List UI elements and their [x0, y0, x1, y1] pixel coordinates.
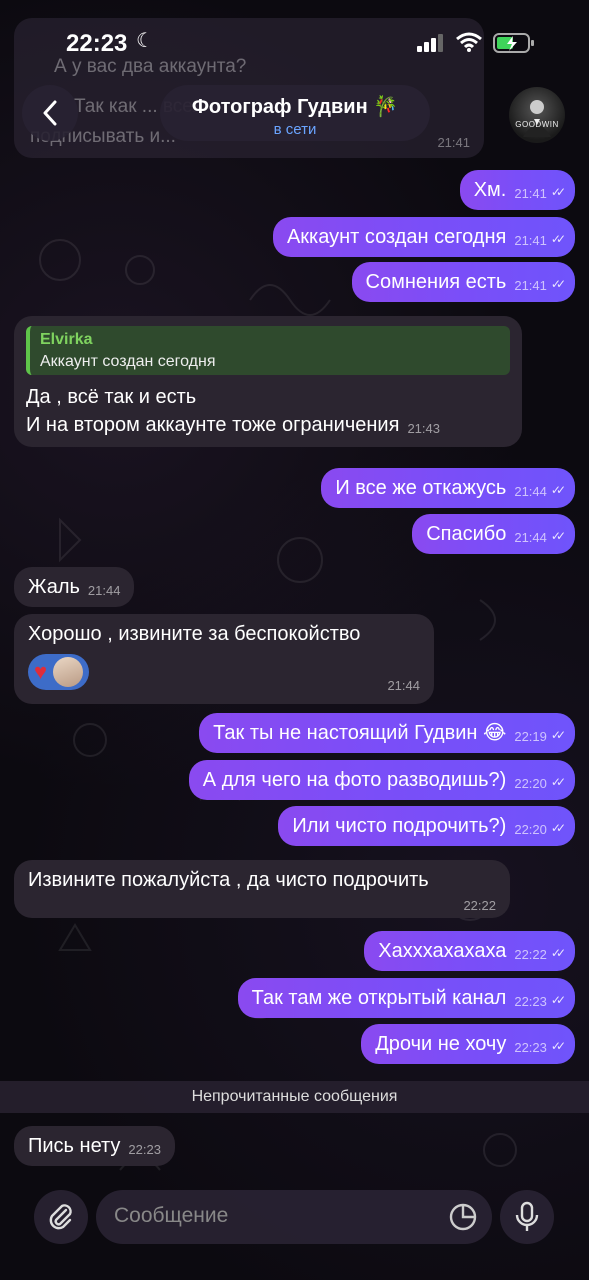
back-button[interactable] — [22, 85, 78, 141]
outgoing-message[interactable]: Хм. 21:41 ✓✓ — [459, 170, 575, 210]
double-check-icon: ✓✓ — [550, 232, 566, 246]
incoming-message[interactable]: Elvirka Аккаунт создан сегодня Да , всё … — [14, 316, 522, 448]
attach-button[interactable] — [34, 1190, 88, 1244]
chat-title: Фотограф Гудвин 🎋 — [160, 94, 430, 119]
message-input[interactable]: Сообщение — [96, 1190, 492, 1244]
quote-text: Аккаунт создан сегодня — [40, 353, 216, 371]
person-silhouette-icon — [523, 100, 551, 137]
message-text: И все же откажусь — [335, 477, 507, 499]
message-text: И на втором аккаунте тоже ограничения — [26, 414, 400, 437]
message-text: Спасибо — [426, 523, 507, 545]
double-check-icon: ✓✓ — [550, 483, 566, 497]
message-text: Хорошо , извините за беспокойство — [28, 623, 361, 645]
chat-title-text: Фотограф Гудвин — [191, 96, 368, 118]
outgoing-message[interactable]: А для чего на фото разводишь?) 22:20 ✓✓ — [188, 760, 575, 800]
incoming-message[interactable]: Хорошо , извините за беспокойство ♥ 21:4… — [14, 614, 434, 704]
double-check-icon: ✓✓ — [550, 185, 566, 199]
quote-author: Elvirka — [40, 331, 93, 348]
message-time: 22:23 — [128, 1142, 161, 1157]
title-emoji: 🎋 — [373, 96, 399, 118]
reactions[interactable]: ♥ — [28, 654, 90, 690]
heart-icon: ♥ — [34, 658, 48, 684]
double-check-icon: ✓✓ — [550, 821, 566, 835]
message-time: 22:19 — [514, 729, 547, 744]
status-time: 22:23 — [66, 30, 128, 57]
incoming-message[interactable]: Пись нету 22:23 — [14, 1126, 175, 1166]
double-check-icon: ✓✓ — [550, 775, 566, 789]
double-check-icon: ✓✓ — [550, 728, 566, 742]
message-time: 21:43 — [407, 421, 440, 437]
chevron-left-icon — [43, 100, 57, 126]
message-time: 22:20 — [514, 822, 547, 837]
message-time: 21:41 — [514, 278, 547, 293]
double-check-icon: ✓✓ — [550, 277, 566, 291]
microphone-icon — [515, 1201, 539, 1231]
reply-quote[interactable]: Elvirka Аккаунт создан сегодня — [26, 326, 510, 376]
message-text: А для чего на фото разводишь?) — [202, 769, 507, 791]
message-text: Жаль — [28, 576, 80, 598]
message-text: Так там же открытый канал — [251, 987, 507, 1009]
moon-icon: ☾ — [136, 30, 154, 52]
battery-charging-icon — [493, 33, 534, 53]
sticker-icon[interactable] — [448, 1202, 478, 1232]
chat-header: Фотограф Гудвин 🎋 в сети GOODWIN — [0, 85, 589, 145]
outgoing-message[interactable]: Аккаунт создан сегодня 21:41 ✓✓ — [272, 217, 575, 257]
avatar[interactable]: GOODWIN — [509, 87, 565, 143]
outgoing-message[interactable]: Спасибо 21:44 ✓✓ — [412, 514, 575, 554]
message-text: Так ты не настоящий Гудвин 😂 — [213, 722, 507, 744]
double-check-icon: ✓✓ — [550, 993, 566, 1007]
avatar-label: GOODWIN — [515, 120, 559, 129]
message-text: Извините пожалуйста , да чисто подрочить — [28, 869, 429, 891]
online-status: в сети — [273, 121, 317, 138]
message-time: 21:41 — [514, 233, 547, 248]
outgoing-message[interactable]: Или чисто подрочить?) 22:20 ✓✓ — [278, 806, 575, 846]
double-check-icon: ✓✓ — [550, 1039, 566, 1053]
incoming-message[interactable]: Жаль 21:44 — [14, 567, 135, 607]
incoming-message[interactable]: Извините пожалуйста , да чисто подрочить… — [14, 860, 510, 918]
message-time: 21:41 — [514, 186, 547, 201]
message-time: 21:44 — [87, 583, 121, 598]
reactor-avatar — [53, 657, 84, 687]
message-text: Сомнения есть — [365, 271, 507, 293]
double-check-icon: ✓✓ — [550, 529, 566, 543]
input-placeholder: Сообщение — [114, 1204, 229, 1227]
message-time: 21:44 — [387, 678, 420, 694]
outgoing-message[interactable]: Сомнения есть 21:41 ✓✓ — [351, 262, 575, 302]
message-time: 21:44 — [514, 530, 547, 545]
message-text: Пись нету — [28, 1135, 121, 1157]
unread-divider: Непрочитанные сообщения — [0, 1081, 589, 1113]
chat-title-pill[interactable]: Фотограф Гудвин 🎋 в сети — [160, 85, 430, 141]
message-text: Дрочи не хочу — [375, 1033, 507, 1055]
message-time: 22:22 — [514, 947, 547, 962]
wifi-icon — [456, 32, 482, 52]
message-text: Или чисто подрочить?) — [292, 815, 507, 837]
microphone-button[interactable] — [500, 1190, 554, 1244]
outgoing-message[interactable]: Так там же открытый канал 22:23 ✓✓ — [237, 978, 575, 1018]
outgoing-message[interactable]: И все же откажусь 21:44 ✓✓ — [321, 468, 575, 508]
message-time: 21:44 — [514, 484, 547, 499]
message-time: 22:22 — [463, 898, 496, 914]
signal-icon — [417, 34, 443, 52]
paperclip-icon — [49, 1204, 72, 1230]
status-bar: 22:23 ☾ — [0, 0, 589, 80]
message-text: Хм. — [473, 179, 507, 201]
message-text: Да , всё так и есть — [26, 386, 197, 409]
message-text: Хахххахахаха — [378, 940, 507, 962]
message-time: 22:23 — [514, 1040, 547, 1055]
outgoing-message[interactable]: Дрочи не хочу 22:23 ✓✓ — [361, 1024, 575, 1064]
message-time: 22:20 — [514, 776, 547, 791]
message-time: 22:23 — [514, 994, 547, 1009]
message-text: Аккаунт создан сегодня — [286, 226, 507, 248]
outgoing-message[interactable]: Хахххахахаха 22:22 ✓✓ — [364, 931, 575, 971]
outgoing-message[interactable]: Так ты не настоящий Гудвин 😂 22:19 ✓✓ — [199, 713, 575, 753]
double-check-icon: ✓✓ — [550, 946, 566, 960]
